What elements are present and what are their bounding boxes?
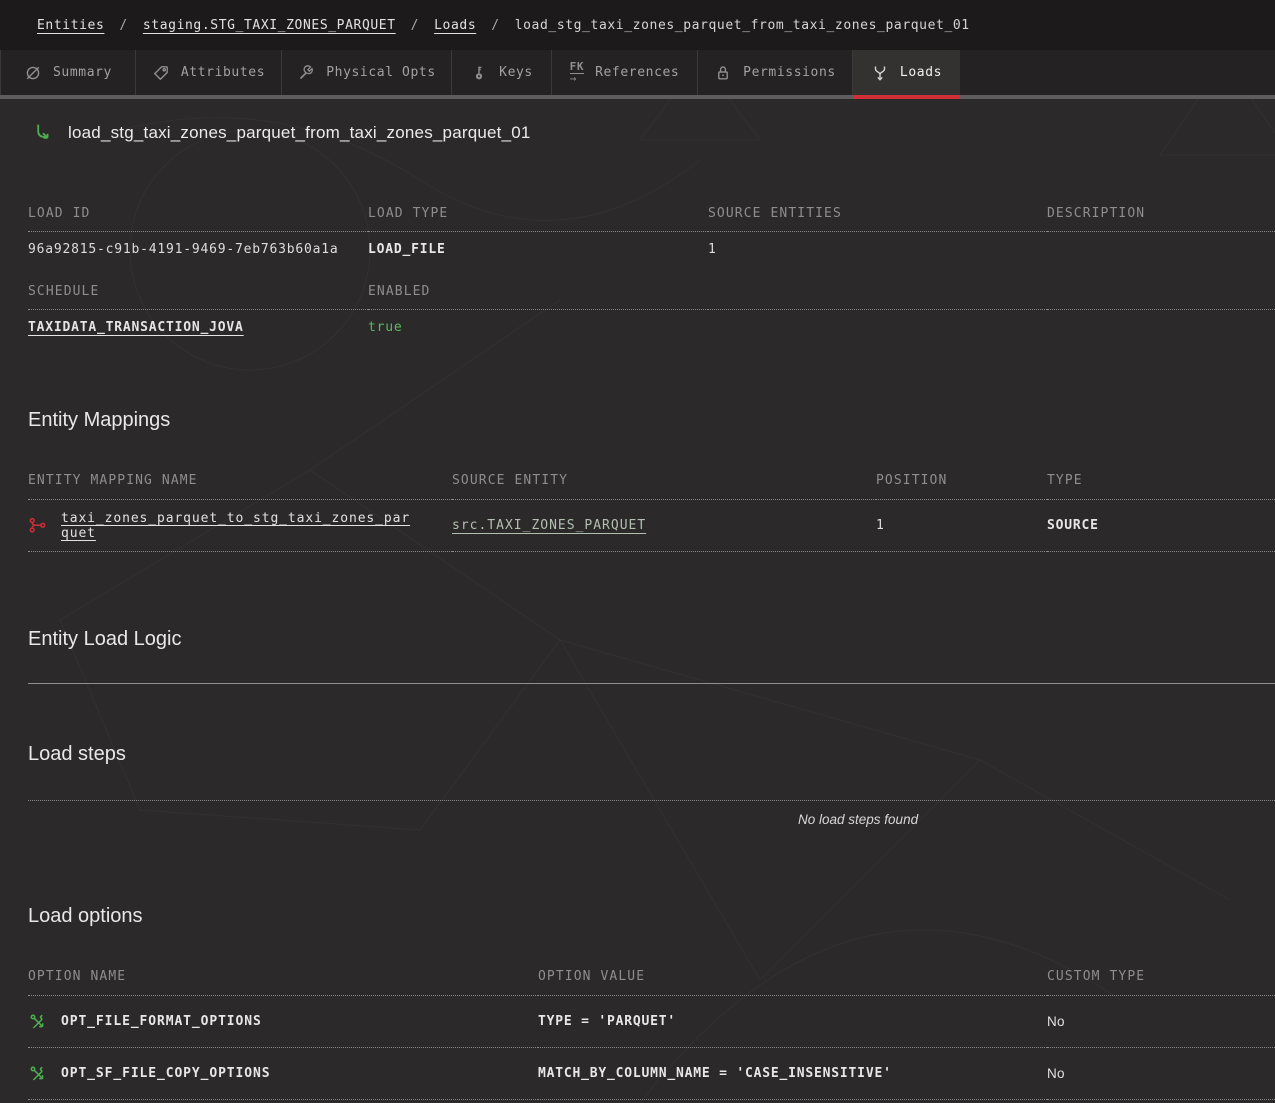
mapping-merge-icon xyxy=(28,516,47,535)
section-title-load-options: Load options xyxy=(28,905,1275,928)
option-name: OPT_SF_FILE_COPY_OPTIONS xyxy=(61,1066,270,1081)
table-row-option-value: MATCH_BY_COLUMN_NAME = 'CASE_INSENSITIVE… xyxy=(538,1048,1047,1100)
tab-permissions[interactable]: Permissions xyxy=(697,50,852,95)
table-row-option-name: OPT_SF_FILE_COPY_OPTIONS xyxy=(28,1048,538,1100)
column-header: TYPE xyxy=(1047,472,1275,500)
tab-summary[interactable]: Summary xyxy=(0,50,135,95)
table-row-option-name: OPT_FILE_FORMAT_OPTIONS xyxy=(28,996,538,1048)
section-title-load-steps: Load steps xyxy=(28,743,1275,766)
field-label-load-id: LOAD ID xyxy=(28,205,368,232)
tab-physical-opts[interactable]: Physical Opts xyxy=(281,50,451,95)
section-title-entity-load-logic: Entity Load Logic xyxy=(28,628,1275,651)
tab-label: Summary xyxy=(53,65,112,80)
field-label-load-type: LOAD TYPE xyxy=(368,205,708,232)
table-row-custom-type: No xyxy=(1047,1048,1275,1100)
load-options-table: OPTION NAME OPTION VALUE CUSTOM TYPE OPT… xyxy=(28,968,1275,1100)
field-value-spacer xyxy=(708,310,1047,337)
column-header: POSITION xyxy=(876,472,1047,500)
table-row-option-value: TYPE = 'PARQUET' xyxy=(538,996,1047,1048)
tab-loads[interactable]: Loads xyxy=(852,50,960,95)
tab-label: Keys xyxy=(499,65,533,80)
breadcrumb-current-load: load_stg_taxi_zones_parquet_from_taxi_zo… xyxy=(515,18,970,33)
field-value-spacer xyxy=(1047,310,1275,337)
schedule-link[interactable]: TAXIDATA_TRANSACTION_JOVA xyxy=(28,320,244,335)
tag-icon xyxy=(152,64,170,82)
load-steps-divider xyxy=(28,800,1275,801)
details-row-2: SCHEDULE ENABLED TAXIDATA_TRANSACTION_JO… xyxy=(28,283,1275,337)
details-row-1: LOAD ID LOAD TYPE SOURCE ENTITIES DESCRI… xyxy=(28,205,1275,259)
column-header: SOURCE ENTITY xyxy=(452,472,876,500)
field-value-source-entities: 1 xyxy=(708,232,1047,259)
breadcrumb-separator: / xyxy=(119,18,127,33)
column-header: CUSTOM TYPE xyxy=(1047,968,1275,996)
breadcrumb-separator: / xyxy=(411,18,419,33)
table-row-custom-type: No xyxy=(1047,996,1275,1048)
tab-label: References xyxy=(595,65,679,80)
table-row-type: SOURCE xyxy=(1047,500,1275,552)
entity-mapping-link[interactable]: taxi_zones_parquet_to_stg_taxi_zones_par… xyxy=(61,511,413,541)
column-header: OPTION VALUE xyxy=(538,968,1047,996)
tab-keys[interactable]: Keys xyxy=(451,50,551,95)
page-title: load_stg_taxi_zones_parquet_from_taxi_zo… xyxy=(68,123,531,143)
table-row-source-entity: src.TAXI_ZONES_PARQUET xyxy=(452,500,876,552)
table-row-position: 1 xyxy=(876,500,1047,552)
tab-attributes[interactable]: Attributes xyxy=(135,50,281,95)
tab-bar: Summary Attributes Physical Opts xyxy=(0,50,1275,99)
tabbar-bottom-strip xyxy=(0,95,1275,99)
tools-arrow-icon xyxy=(28,1012,48,1032)
main-content: load_stg_taxi_zones_parquet_from_taxi_zo… xyxy=(0,99,1275,1100)
tools-arrow-icon xyxy=(28,1064,48,1084)
table-row-mapping-name: taxi_zones_parquet_to_stg_taxi_zones_par… xyxy=(28,500,452,552)
load-steps-empty-message: No load steps found xyxy=(798,812,1275,827)
wrench-icon xyxy=(297,64,315,82)
entity-mappings-table: ENTITY MAPPING NAME SOURCE ENTITY POSITI… xyxy=(28,472,1275,552)
tab-label: Attributes xyxy=(181,65,265,80)
breadcrumb-loads[interactable]: Loads xyxy=(434,18,476,33)
breadcrumb-separator: / xyxy=(491,18,499,33)
field-label-spacer xyxy=(1047,283,1275,310)
summary-icon xyxy=(24,64,42,82)
foreign-key-icon: FK→ xyxy=(570,62,584,84)
field-value-load-type: LOAD_FILE xyxy=(368,232,708,259)
field-label-spacer xyxy=(708,283,1047,310)
field-label-description: DESCRIPTION xyxy=(1047,205,1275,232)
lock-icon xyxy=(714,64,732,82)
tab-label: Loads xyxy=(900,65,942,80)
field-value-load-id: 96a92815-c91b-4191-9469-7eb763b60a1a xyxy=(28,232,368,259)
field-label-source-entities: SOURCE ENTITIES xyxy=(708,205,1047,232)
load-arrow-icon xyxy=(31,121,55,145)
field-label-schedule: SCHEDULE xyxy=(28,283,368,310)
breadcrumb-entities[interactable]: Entities xyxy=(37,18,104,33)
breadcrumb-entity[interactable]: staging.STG_TAXI_ZONES_PARQUET xyxy=(143,18,396,33)
column-header: OPTION NAME xyxy=(28,968,538,996)
tab-references[interactable]: FK→ References xyxy=(551,50,697,95)
entity-load-logic-divider xyxy=(28,683,1275,684)
field-value-description xyxy=(1047,232,1275,259)
section-title-entity-mappings: Entity Mappings xyxy=(28,409,1275,432)
tab-label: Permissions xyxy=(743,65,836,80)
merge-arrow-icon xyxy=(871,64,889,82)
option-name: OPT_FILE_FORMAT_OPTIONS xyxy=(61,1014,262,1029)
tab-label: Physical Opts xyxy=(326,65,436,80)
key-icon xyxy=(470,64,488,82)
column-header: ENTITY MAPPING NAME xyxy=(28,472,452,500)
field-label-enabled: ENABLED xyxy=(368,283,708,310)
source-entity-link[interactable]: src.TAXI_ZONES_PARQUET xyxy=(452,518,646,533)
field-value-enabled: true xyxy=(368,310,708,337)
breadcrumb: Entities / staging.STG_TAXI_ZONES_PARQUE… xyxy=(0,0,1275,50)
